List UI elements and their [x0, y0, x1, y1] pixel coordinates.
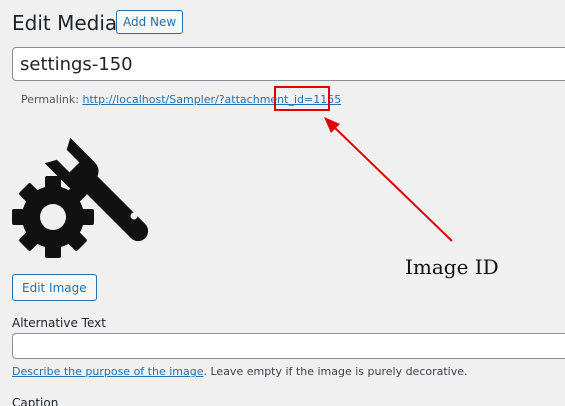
edit-image-button[interactable]: Edit Image: [12, 274, 97, 301]
add-new-button[interactable]: Add New: [116, 10, 184, 34]
annotation-highlight-box: [274, 86, 330, 111]
caption-label: Caption: [12, 396, 59, 406]
settings-icon: [12, 137, 149, 258]
alt-text-help-link[interactable]: Describe the purpose of the image: [12, 365, 204, 378]
alt-text-input[interactable]: [12, 333, 565, 359]
alt-text-help-text: . Leave empty if the image is purely dec…: [203, 365, 468, 378]
permalink-label: Permalink:: [21, 93, 79, 106]
media-title-input[interactable]: [12, 47, 565, 81]
alt-text-label: Alternative Text: [12, 316, 106, 330]
page-title: Edit Media: [12, 11, 118, 35]
alt-text-description: Describe the purpose of the image. Leave…: [12, 365, 468, 378]
annotation-label: Image ID: [405, 255, 499, 279]
